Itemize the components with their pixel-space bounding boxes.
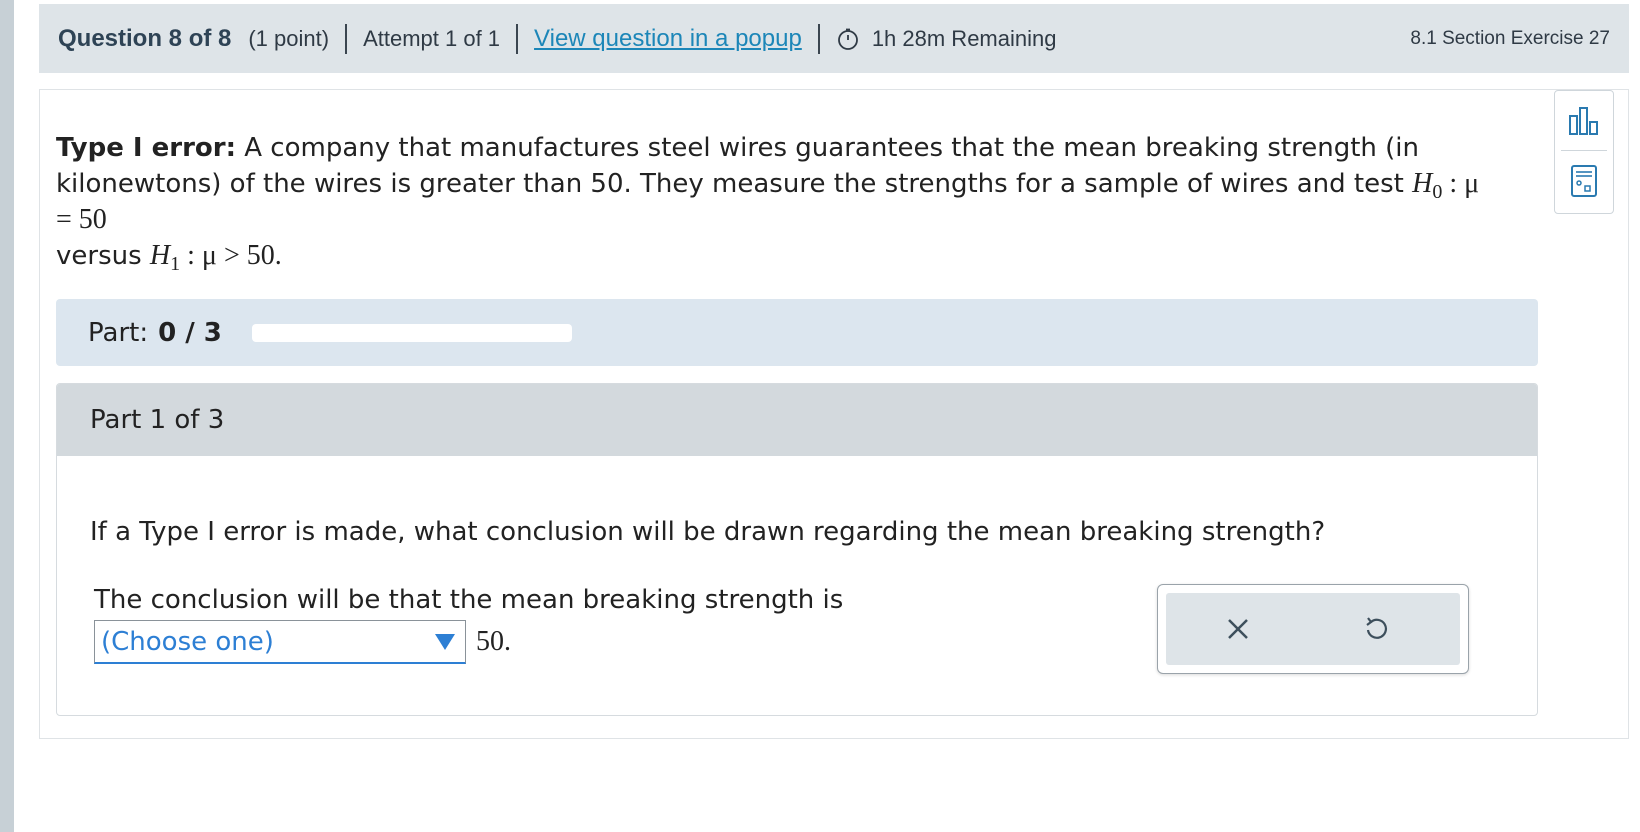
dropdown-arrow-icon <box>435 633 455 650</box>
reset-button[interactable] <box>1356 609 1396 649</box>
answer-actions <box>1157 584 1469 674</box>
part-progress-count: 0 / 3 <box>158 317 222 348</box>
close-icon <box>1228 619 1248 639</box>
timer-label: 1h 28m Remaining <box>871 25 1057 51</box>
part-progress: Part: 0 / 3 <box>56 299 1538 366</box>
question-prompt: Type I error: A company that manufacture… <box>56 130 1496 274</box>
bar-chart-button[interactable] <box>1562 99 1606 143</box>
divider <box>817 23 820 54</box>
view-popup-link[interactable]: View question in a popup <box>534 25 802 53</box>
tools-panel <box>1554 90 1614 214</box>
part-progress-label: Part: <box>88 317 149 348</box>
question-header: Question 8 of 8 (1 point) Attempt 1 of 1… <box>39 4 1629 73</box>
versus-text: versus <box>56 241 150 271</box>
alternative-hypothesis: H1 : μ > 50. <box>149 240 282 275</box>
undo-icon <box>1366 617 1387 639</box>
progress-bar <box>251 323 572 342</box>
answer-actions-inner <box>1166 593 1460 665</box>
section-exercise-label: 8.1 Section Exercise 27 <box>1410 27 1610 49</box>
attempt-label: Attempt 1 of 1 <box>363 25 501 51</box>
dropdown-value: (Choose one) <box>101 626 274 657</box>
answer-row: (Choose one) 50. <box>94 620 511 664</box>
part-title-bar: Part 1 of 3 <box>57 384 1537 456</box>
part-question: If a Type I error is made, what conclusi… <box>90 517 1326 547</box>
answer-prefix: The conclusion will be that the mean bre… <box>94 585 844 615</box>
question-title: Question 8 of 8 <box>58 24 232 52</box>
divider <box>345 23 348 54</box>
prompt-label: Type I error: <box>56 133 236 163</box>
calculator-icon <box>1571 165 1597 197</box>
points-label: (1 point) <box>248 25 330 51</box>
page: Question 8 of 8 (1 point) Attempt 1 of 1… <box>14 0 1640 832</box>
prompt-text: A company that manufactures steel wires … <box>56 133 1419 199</box>
stopwatch-icon <box>837 28 858 50</box>
tools-divider <box>1561 150 1607 151</box>
bar-chart-icon <box>1569 107 1598 135</box>
divider <box>516 23 519 54</box>
calculator-button[interactable] <box>1562 159 1606 203</box>
part-panel: Part 1 of 3 If a Type I error is made, w… <box>56 383 1538 716</box>
answer-suffix: 50. <box>476 626 511 657</box>
part-title: Part 1 of 3 <box>90 405 225 435</box>
conclusion-dropdown[interactable]: (Choose one) <box>94 620 466 664</box>
clear-button[interactable] <box>1218 609 1258 649</box>
question-card: Type I error: A company that manufacture… <box>39 89 1629 739</box>
